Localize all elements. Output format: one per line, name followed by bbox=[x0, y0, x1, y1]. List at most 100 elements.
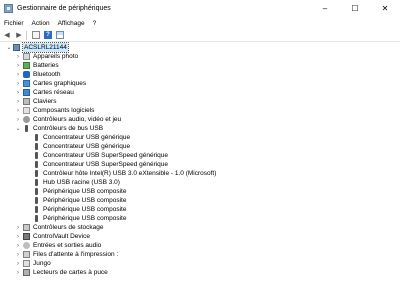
tree-item-usb-device[interactable]: Périphérique USB composite bbox=[0, 196, 400, 205]
help-icon: ? bbox=[44, 31, 52, 39]
tree-item-usb-device[interactable]: Concentrateur USB SuperSpeed générique bbox=[0, 151, 400, 160]
tree-item-label: Lecteurs de cartes à puce bbox=[33, 269, 108, 276]
tree-item-batteries[interactable]: › Batteries bbox=[0, 61, 400, 70]
expand-chevron-icon[interactable]: › bbox=[15, 223, 21, 232]
usb-icon bbox=[35, 215, 38, 222]
usb-icon bbox=[35, 170, 38, 177]
menu-fichier[interactable]: Fichier bbox=[0, 20, 28, 27]
expand-chevron-icon[interactable]: › bbox=[15, 115, 21, 124]
tree-item-usb-device[interactable]: Hub USB racine (USB 3.0) bbox=[0, 178, 400, 187]
tree-item-usb-device[interactable]: Périphérique USB composite bbox=[0, 205, 400, 214]
tree-item-composants-logiciels[interactable]: › Composants logiciels bbox=[0, 106, 400, 115]
tree-item-appareils-photo[interactable]: › Appareils photo bbox=[0, 52, 400, 61]
expand-chevron-icon[interactable]: › bbox=[15, 52, 21, 61]
menu-affichage[interactable]: Affichage bbox=[54, 20, 89, 27]
network-adapter-icon bbox=[23, 89, 30, 96]
tree-item-label: Concentrateur USB générique bbox=[43, 143, 131, 150]
menu-help[interactable]: ? bbox=[89, 20, 101, 27]
expand-chevron-icon[interactable]: › bbox=[15, 70, 21, 79]
tree-root-label: ACSLRL21144 bbox=[22, 42, 69, 53]
tree-item-label: Périphérique USB composite bbox=[43, 215, 127, 222]
close-button[interactable]: ✕ bbox=[370, 0, 400, 17]
tree-item-entrees-sorties-audio[interactable]: › Entrées et sorties audio bbox=[0, 241, 400, 250]
tree-item-label: ControlVault Device bbox=[33, 233, 90, 240]
tree-item-files-impression[interactable]: › Files d'attente à l'impression : bbox=[0, 250, 400, 259]
expand-chevron-icon[interactable]: › bbox=[15, 232, 21, 241]
tree-item-controleurs-usb[interactable]: ⌄ Contrôleurs de bus USB bbox=[0, 124, 400, 133]
window-title: Gestionnaire de périphériques bbox=[17, 5, 111, 12]
security-device-icon bbox=[23, 233, 30, 240]
expand-chevron-icon[interactable]: › bbox=[15, 259, 21, 268]
menu-action[interactable]: Action bbox=[28, 20, 54, 27]
tree-item-label: Files d'attente à l'impression : bbox=[33, 251, 119, 258]
tree-root[interactable]: ⌄ ACSLRL21144 bbox=[0, 42, 400, 53]
view-button[interactable] bbox=[55, 30, 65, 40]
tree-item-usb-device[interactable]: Périphérique USB composite bbox=[0, 214, 400, 223]
tree-item-usb-device[interactable]: Contrôleur hôte Intel(R) USB 3.0 eXtensi… bbox=[0, 169, 400, 178]
smart-card-reader-icon bbox=[23, 269, 30, 276]
collapse-chevron-icon[interactable]: ⌄ bbox=[15, 124, 21, 133]
tree-item-label: Bluetooth bbox=[33, 71, 61, 78]
tree-item-label: Hub USB racine (USB 3.0) bbox=[43, 179, 120, 186]
tree-item-label: Concentrateur USB SuperSpeed générique bbox=[43, 152, 169, 159]
tree-item-cartes-graphiques[interactable]: › Cartes graphiques bbox=[0, 79, 400, 88]
expand-chevron-icon[interactable]: › bbox=[15, 97, 21, 106]
expand-chevron-icon[interactable]: › bbox=[15, 106, 21, 115]
usb-icon bbox=[35, 143, 38, 150]
tree-item-label: Contrôleurs audio, vidéo et jeu bbox=[33, 116, 122, 123]
help-button[interactable]: ? bbox=[43, 30, 53, 40]
expand-chevron-icon[interactable]: › bbox=[15, 250, 21, 259]
tree-item-label: Contrôleur hôte Intel(R) USB 3.0 eXtensi… bbox=[43, 170, 217, 177]
usb-icon bbox=[35, 206, 38, 213]
bluetooth-icon bbox=[23, 71, 30, 78]
usb-icon bbox=[35, 161, 38, 168]
tree-item-usb-device[interactable]: Concentrateur USB générique bbox=[0, 133, 400, 142]
expand-chevron-icon[interactable]: › bbox=[15, 79, 21, 88]
tree-item-cartes-reseau[interactable]: › Cartes réseau bbox=[0, 88, 400, 97]
tree-item-controleurs-stockage[interactable]: › Contrôleurs de stockage bbox=[0, 223, 400, 232]
tree-item-lecteurs-cartes[interactable]: › Lecteurs de cartes à puce bbox=[0, 268, 400, 277]
expand-chevron-icon[interactable]: › bbox=[15, 88, 21, 97]
tree-item-label: Périphérique USB composite bbox=[43, 197, 127, 204]
window-controls: – ☐ ✕ bbox=[310, 0, 400, 17]
expand-chevron-icon[interactable]: › bbox=[15, 61, 21, 70]
expand-chevron-icon[interactable]: › bbox=[15, 268, 21, 277]
computer-icon bbox=[13, 44, 20, 51]
tree-item-usb-device[interactable]: Concentrateur USB SuperSpeed générique bbox=[0, 160, 400, 169]
back-button[interactable]: ◀ bbox=[2, 30, 12, 40]
forward-button[interactable]: ▶ bbox=[14, 30, 24, 40]
tree-item-label: Concentrateur USB générique bbox=[43, 134, 131, 141]
tree-item-label: Contrôleurs de bus USB bbox=[33, 125, 104, 132]
tree-item-jungo[interactable]: › Jungo bbox=[0, 259, 400, 268]
tree-item-bluetooth[interactable]: › Bluetooth bbox=[0, 70, 400, 79]
collapse-chevron-icon[interactable]: ⌄ bbox=[6, 43, 12, 52]
tree-item-label: Périphérique USB composite bbox=[43, 206, 127, 213]
battery-icon bbox=[23, 62, 30, 69]
tree-item-label: Entrées et sorties audio bbox=[33, 242, 102, 249]
minimize-button[interactable]: – bbox=[310, 0, 340, 17]
tree-item-controlvault[interactable]: › ControlVault Device bbox=[0, 232, 400, 241]
tree-item-usb-device[interactable]: Périphérique USB composite bbox=[0, 187, 400, 196]
tree-item-claviers[interactable]: › Claviers bbox=[0, 97, 400, 106]
tree-item-label: Jungo bbox=[33, 260, 51, 267]
tree-item-label: Concentrateur USB SuperSpeed générique bbox=[43, 161, 169, 168]
camera-icon bbox=[23, 53, 30, 60]
usb-icon bbox=[35, 134, 38, 141]
grid-view-icon bbox=[56, 31, 64, 39]
speaker-icon bbox=[23, 116, 30, 123]
tree-item-controleurs-audio[interactable]: › Contrôleurs audio, vidéo et jeu bbox=[0, 115, 400, 124]
device-manager-icon bbox=[4, 4, 13, 13]
toolbar: ◀ ▶ ? bbox=[0, 29, 400, 42]
properties-icon bbox=[32, 31, 40, 39]
expand-chevron-icon[interactable]: › bbox=[15, 241, 21, 250]
maximize-button[interactable]: ☐ bbox=[340, 0, 370, 17]
usb-icon bbox=[35, 179, 38, 186]
menu-bar: Fichier Action Affichage ? bbox=[0, 17, 400, 29]
tree-item-label: Contrôleurs de stockage bbox=[33, 224, 104, 231]
display-adapter-icon bbox=[23, 80, 30, 87]
tree-item-label: Composants logiciels bbox=[33, 107, 95, 114]
tree-item-usb-device[interactable]: Concentrateur USB générique bbox=[0, 142, 400, 151]
tree-item-label: Appareils photo bbox=[33, 53, 79, 60]
properties-button[interactable] bbox=[31, 30, 41, 40]
device-tree: ⌄ ACSLRL21144 › Appareils photo › Batter… bbox=[0, 42, 400, 293]
